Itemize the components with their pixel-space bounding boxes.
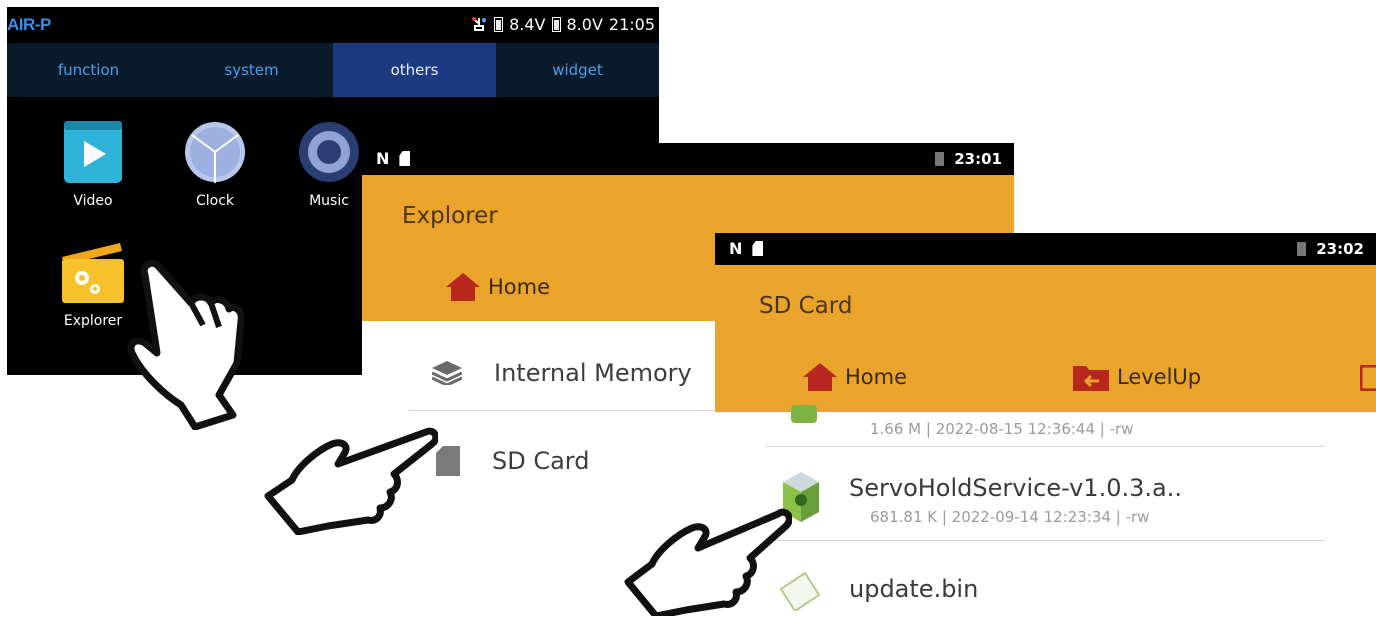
tab-function[interactable]: function: [7, 43, 170, 97]
explorer-status-bar: N 23:01: [362, 143, 1014, 175]
explorer-clock: 23:01: [954, 150, 1002, 168]
divider: [765, 540, 1325, 541]
status-left: N: [729, 239, 764, 258]
status-right: 23:02: [1297, 240, 1364, 258]
list-item-label: SD Card: [492, 447, 590, 475]
n-icon: N: [729, 239, 743, 258]
hand-pointer-icon: [624, 508, 792, 616]
clock-icon: [185, 122, 245, 183]
file-row[interactable]: update.bin: [765, 565, 1325, 616]
status-right: 23:01: [935, 150, 1002, 168]
app-label: Video: [73, 193, 113, 209]
app-music[interactable]: Music: [289, 121, 369, 209]
sdcard-status-bar: N 23:02: [715, 233, 1376, 265]
levelup-button[interactable]: LevelUp: [1073, 363, 1201, 391]
hand-pointer-icon: [127, 259, 245, 430]
music-icon: [299, 122, 359, 182]
video-icon: [64, 121, 122, 183]
app-clock[interactable]: Clock: [165, 121, 265, 209]
page-title: SD Card: [759, 293, 853, 319]
tab-others[interactable]: others: [333, 43, 496, 97]
tab-system[interactable]: system: [170, 43, 333, 97]
file-meta: 681.81 K | 2022-09-14 12:23:34 | -rw: [870, 508, 1150, 526]
battery-icon: [551, 17, 561, 32]
battery-charging-icon: [1297, 242, 1307, 256]
brand-logo: AIR-P: [7, 15, 51, 34]
list-item-label: Internal Memory: [494, 359, 692, 387]
list-view-icon[interactable]: [1360, 365, 1376, 391]
app-video[interactable]: Video: [43, 121, 143, 209]
battery-icon: [494, 17, 504, 32]
file-row[interactable]: ServoHoldService-v1.0.3.a.. 681.81 K | 2…: [765, 466, 1325, 544]
battery-charging-icon: [935, 152, 945, 166]
sdcard-screen: N 23:02 SD Card Home LevelUp 1.66 M | 20…: [715, 233, 1376, 616]
sd-status-icon: [752, 241, 764, 256]
home-button[interactable]: Home: [446, 273, 550, 301]
sdcard-clock: 23:02: [1316, 240, 1364, 258]
launcher-status-bar: AIR-P 8.4V 8.0V 21:05: [7, 7, 659, 43]
divider: [765, 446, 1325, 447]
home-button[interactable]: Home: [803, 363, 907, 391]
file-meta: 1.66 M | 2022-08-15 12:36:44 | -rw: [870, 420, 1134, 438]
file-name: ServoHoldService-v1.0.3.a..: [849, 474, 1182, 502]
sd-card-icon: [436, 446, 460, 476]
battery1-voltage: 8.4V: [509, 15, 546, 34]
app-label: Music: [309, 193, 349, 209]
battery2-voltage: 8.0V: [566, 15, 603, 34]
status-left: N: [376, 149, 411, 168]
home-icon: [803, 363, 837, 391]
levelup-label: LevelUp: [1117, 365, 1202, 389]
folder-up-icon: [1073, 366, 1109, 391]
sd-status-icon: [399, 151, 411, 166]
tab-widget[interactable]: widget: [496, 43, 659, 97]
app-label: Clock: [195, 193, 235, 209]
home-label: Home: [488, 275, 551, 299]
layers-icon: [432, 361, 462, 385]
hand-pointer-icon: [264, 427, 438, 535]
sdcard-action-bar: SD Card Home LevelUp: [715, 265, 1376, 412]
page-title: Explorer: [402, 203, 498, 229]
usb-icon: [472, 16, 487, 31]
launcher-status-right: 8.4V 8.0V 21:05: [470, 15, 655, 34]
file-name: update.bin: [849, 575, 979, 603]
apk-icon: [791, 405, 817, 423]
home-label: Home: [845, 365, 908, 389]
launcher-clock: 21:05: [608, 15, 655, 34]
home-icon: [446, 273, 480, 301]
launcher-tabs: function system others widget: [7, 43, 659, 97]
n-icon: N: [376, 149, 390, 168]
